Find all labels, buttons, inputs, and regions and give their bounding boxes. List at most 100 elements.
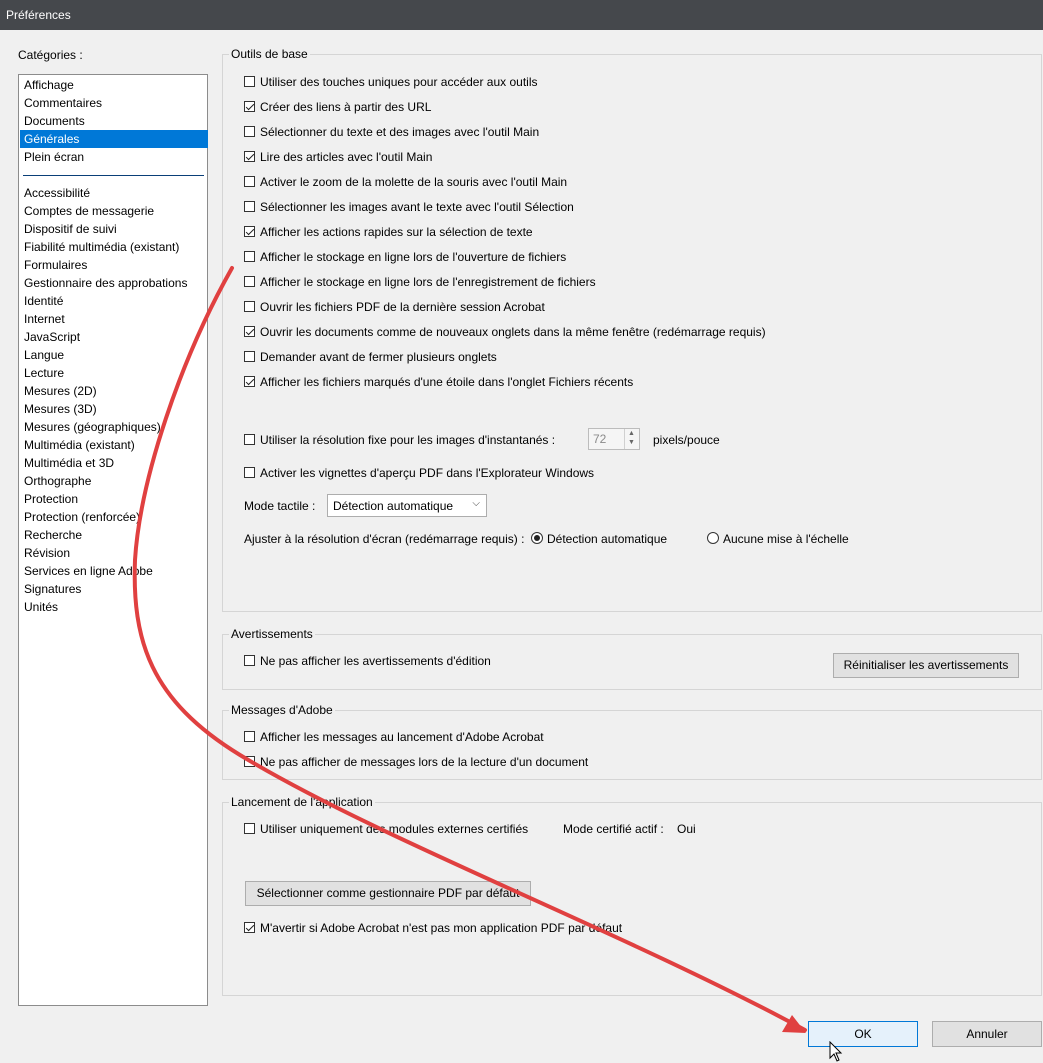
category-item[interactable]: Affichage bbox=[20, 76, 208, 94]
categories-list[interactable]: Affichage Commentaires Documents Général… bbox=[18, 74, 208, 1006]
category-item-selected[interactable]: Générales bbox=[20, 130, 208, 148]
category-separator bbox=[23, 175, 204, 176]
checkbox[interactable] bbox=[244, 756, 255, 767]
category-item[interactable]: Gestionnaire des approbations bbox=[20, 274, 208, 292]
option-label: Afficher le stockage en ligne lors de l'… bbox=[260, 250, 567, 264]
chevron-up-icon[interactable]: ▲ bbox=[628, 430, 635, 437]
checkbox[interactable] bbox=[244, 126, 255, 137]
checkbox[interactable] bbox=[244, 731, 255, 742]
touch-mode-value: Détection automatique bbox=[333, 499, 454, 513]
set-default-pdf-handler-button[interactable]: Sélectionner comme gestionnaire PDF par … bbox=[245, 881, 531, 906]
option-label: Demander avant de fermer plusieurs ongle… bbox=[260, 350, 497, 364]
checkbox[interactable] bbox=[244, 351, 255, 362]
radio-label: Aucune mise à l'échelle bbox=[723, 532, 849, 546]
checkbox[interactable] bbox=[244, 376, 255, 387]
option-label: Sélectionner les images avant le texte a… bbox=[260, 200, 574, 214]
category-item[interactable]: Identité bbox=[20, 292, 208, 310]
checkbox[interactable] bbox=[244, 467, 255, 478]
stepper-arrows[interactable]: ▲ ▼ bbox=[624, 429, 639, 449]
category-item[interactable]: Protection (renforcée) bbox=[20, 508, 208, 526]
window-title: Préférences bbox=[6, 8, 71, 22]
option-label: Afficher les fichiers marqués d'une étoi… bbox=[260, 375, 634, 389]
categories-label: Catégories : bbox=[18, 48, 83, 62]
category-item[interactable]: Commentaires bbox=[20, 94, 208, 112]
option-label: Activer le zoom de la molette de la sour… bbox=[260, 175, 568, 189]
option-label: Sélectionner du texte et des images avec… bbox=[260, 125, 540, 139]
option-label: Utiliser la résolution fixe pour les ima… bbox=[260, 433, 556, 447]
radio-label: Détection automatique bbox=[547, 532, 668, 546]
category-item[interactable]: Recherche bbox=[20, 526, 208, 544]
category-item[interactable]: Internet bbox=[20, 310, 208, 328]
option-label: Afficher le stockage en ligne lors de l'… bbox=[260, 275, 596, 289]
checkbox[interactable] bbox=[244, 151, 255, 162]
checkbox[interactable] bbox=[244, 434, 255, 445]
category-item[interactable]: Documents bbox=[20, 112, 208, 130]
cancel-button[interactable]: Annuler bbox=[932, 1021, 1042, 1047]
ok-button[interactable]: OK bbox=[808, 1021, 918, 1047]
option-label: Ne pas afficher les avertissements d'édi… bbox=[260, 654, 491, 668]
option-label: M'avertir si Adobe Acrobat n'est pas mon… bbox=[260, 921, 623, 935]
category-item[interactable]: Mesures (3D) bbox=[20, 400, 208, 418]
option-label: Ouvrir les documents comme de nouveaux o… bbox=[260, 325, 766, 339]
category-item[interactable]: Mesures (2D) bbox=[20, 382, 208, 400]
category-item[interactable]: Mesures (géographiques) bbox=[20, 418, 208, 436]
checkbox[interactable] bbox=[244, 201, 255, 212]
category-item[interactable]: Protection bbox=[20, 490, 208, 508]
category-item[interactable]: Orthographe bbox=[20, 472, 208, 490]
app-launch-title: Lancement de l'application bbox=[229, 795, 375, 809]
checkbox[interactable] bbox=[244, 823, 255, 834]
resolution-value: 72 bbox=[593, 432, 607, 446]
category-item[interactable]: Unités bbox=[20, 598, 208, 616]
option-label: Utiliser des touches uniques pour accéde… bbox=[260, 75, 538, 89]
option-label: Ouvrir les fichiers PDF de la dernière s… bbox=[260, 300, 545, 314]
category-item[interactable]: Révision bbox=[20, 544, 208, 562]
option-label: Activer les vignettes d'aperçu PDF dans … bbox=[260, 466, 595, 480]
resolution-stepper[interactable]: 72 ▲ ▼ bbox=[588, 428, 640, 450]
certified-mode-value: Oui bbox=[677, 822, 696, 836]
reset-warnings-button[interactable]: Réinitialiser les avertissements bbox=[833, 653, 1019, 678]
checkbox[interactable] bbox=[244, 76, 255, 87]
checkbox[interactable] bbox=[244, 226, 255, 237]
category-item[interactable]: Multimédia (existant) bbox=[20, 436, 208, 454]
mouse-cursor-icon bbox=[829, 1041, 843, 1062]
option-label: Afficher les actions rapides sur la séle… bbox=[260, 225, 533, 239]
checkbox[interactable] bbox=[244, 655, 255, 666]
checkbox[interactable] bbox=[244, 922, 255, 933]
category-item[interactable]: Langue bbox=[20, 346, 208, 364]
category-item[interactable]: Dispositif de suivi bbox=[20, 220, 208, 238]
chevron-down-icon: ⌵ bbox=[472, 498, 480, 509]
radio-button[interactable] bbox=[707, 532, 719, 544]
adobe-messages-title: Messages d'Adobe bbox=[229, 703, 335, 717]
category-item[interactable]: Plein écran bbox=[20, 148, 208, 166]
option-label: Lire des articles avec l'outil Main bbox=[260, 150, 433, 164]
touch-mode-label: Mode tactile : bbox=[244, 499, 316, 513]
category-item[interactable]: JavaScript bbox=[20, 328, 208, 346]
option-label: Créer des liens à partir des URL bbox=[260, 100, 432, 114]
checkbox[interactable] bbox=[244, 101, 255, 112]
checkbox[interactable] bbox=[244, 276, 255, 287]
category-item[interactable]: Comptes de messagerie bbox=[20, 202, 208, 220]
option-label: Afficher les messages au lancement d'Ado… bbox=[260, 730, 544, 744]
category-item[interactable]: Multimédia et 3D bbox=[20, 454, 208, 472]
category-item[interactable]: Accessibilité bbox=[20, 184, 208, 202]
category-item[interactable]: Formulaires bbox=[20, 256, 208, 274]
screen-resolution-label: Ajuster à la résolution d'écran (redémar… bbox=[244, 532, 525, 546]
certified-mode-label: Mode certifié actif : bbox=[563, 822, 664, 836]
option-label: Utiliser uniquement des modules externes… bbox=[260, 822, 529, 836]
basic-tools-title: Outils de base bbox=[229, 47, 310, 61]
category-item[interactable]: Fiabilité multimédia (existant) bbox=[20, 238, 208, 256]
warnings-title: Avertissements bbox=[229, 627, 315, 641]
title-bar: Préférences bbox=[0, 0, 1043, 30]
checkbox[interactable] bbox=[244, 301, 255, 312]
category-item[interactable]: Lecture bbox=[20, 364, 208, 382]
checkbox[interactable] bbox=[244, 326, 255, 337]
radio-button[interactable] bbox=[531, 532, 543, 544]
chevron-down-icon[interactable]: ▼ bbox=[628, 439, 635, 446]
checkbox[interactable] bbox=[244, 251, 255, 262]
checkbox[interactable] bbox=[244, 176, 255, 187]
arrowhead-icon bbox=[782, 1015, 806, 1033]
category-item[interactable]: Signatures bbox=[20, 580, 208, 598]
resolution-unit: pixels/pouce bbox=[653, 433, 720, 447]
category-item[interactable]: Services en ligne Adobe bbox=[20, 562, 208, 580]
touch-mode-select[interactable]: Détection automatique ⌵ bbox=[327, 494, 487, 517]
